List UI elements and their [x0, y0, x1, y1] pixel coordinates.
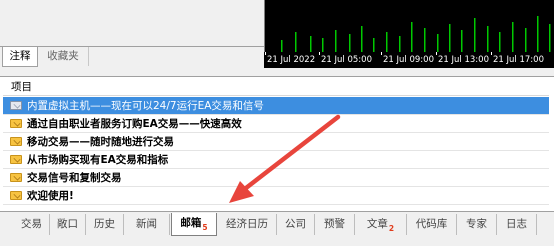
- tab-codebase[interactable]: 代码库: [407, 214, 457, 235]
- volume-bar: [399, 36, 401, 52]
- message-subject: 交易信号和复制交易: [27, 172, 122, 184]
- tab-favorites[interactable]: 收藏夹: [38, 47, 89, 66]
- time-tick: [265, 52, 266, 55]
- volume-bar: [549, 24, 551, 52]
- mailbox-panel: 项目 内置虚拟主机——现在可以24/7运行EA交易和信号 通过自由职业者服务订购…: [0, 76, 554, 212]
- volume-bar: [437, 34, 439, 52]
- volume-bar: [361, 26, 363, 52]
- tab-articles[interactable]: 文章2: [355, 214, 407, 235]
- tab-comment[interactable]: 注释: [2, 47, 38, 67]
- volume-bar: [499, 32, 501, 52]
- tab-calendar[interactable]: 经济日历: [218, 214, 277, 235]
- status-strip: [0, 237, 554, 246]
- envelope-icon: [10, 137, 22, 146]
- volume-bar: [525, 28, 527, 52]
- time-tick: [436, 52, 437, 55]
- time-tick: [491, 52, 492, 55]
- envelope-icon: [10, 155, 22, 164]
- navigator-pane: 注释 收藏夹: [0, 0, 264, 68]
- tab-news[interactable]: 新闻: [124, 214, 170, 235]
- tab-trade[interactable]: 交易: [14, 214, 50, 235]
- message-row[interactable]: 移动交易——随时随地进行交易: [3, 133, 549, 151]
- column-header-item[interactable]: 项目: [3, 78, 549, 96]
- tab-mailbox-label: 邮箱: [180, 217, 202, 229]
- terminal-tabs: 交易 敞口 历史 新闻 邮箱5 经济日历 公司 预警 文章2 代码库 专家 日志: [0, 213, 554, 237]
- tab-experts[interactable]: 专家: [457, 214, 497, 235]
- message-row[interactable]: 从市场购买现有EA交易和指标: [3, 151, 549, 169]
- time-label: 21 Jul 13:00: [438, 55, 489, 65]
- chart-bars: [281, 16, 551, 52]
- time-tick: [319, 52, 320, 55]
- message-row[interactable]: 交易信号和复制交易: [3, 169, 549, 187]
- volume-bar: [295, 32, 297, 52]
- tab-history[interactable]: 历史: [86, 214, 124, 235]
- time-label: 21 Jul 2022: [267, 55, 316, 65]
- volume-bar: [537, 16, 539, 52]
- message-subject: 移动交易——随时随地进行交易: [27, 136, 174, 148]
- volume-bar: [487, 26, 489, 52]
- volume-bar: [386, 32, 388, 52]
- message-row[interactable]: 欢迎使用!: [3, 187, 549, 205]
- volume-bar: [474, 18, 476, 52]
- volume-bar: [310, 36, 312, 52]
- tab-alerts[interactable]: 预警: [315, 214, 355, 235]
- volume-bar: [424, 28, 426, 52]
- tab-mailbox[interactable]: 邮箱5: [171, 213, 217, 236]
- time-axis: 21 Jul 2022 21 Jul 05:00 21 Jul 09:00 21…: [264, 52, 554, 68]
- message-row[interactable]: 内置虚拟主机——现在可以24/7运行EA交易和信号: [3, 97, 549, 115]
- time-tick: [381, 52, 382, 55]
- message-subject: 通过自由职业者服务订购EA交易——快速高效: [27, 118, 242, 130]
- volume-bar: [411, 22, 413, 52]
- volume-bar: [461, 30, 463, 52]
- volume-bar: [349, 34, 351, 52]
- articles-count-badge: 2: [388, 224, 395, 233]
- tab-exposure[interactable]: 敞口: [50, 214, 86, 235]
- tab-articles-label: 文章: [366, 218, 388, 230]
- envelope-icon: [10, 173, 22, 182]
- envelope-icon: [10, 119, 22, 128]
- volume-bar: [449, 24, 451, 52]
- message-subject: 欢迎使用!: [27, 190, 74, 202]
- volume-bar: [281, 40, 283, 52]
- message-subject: 从市场购买现有EA交易和指标: [27, 154, 169, 166]
- time-label: 21 Jul 05:00: [321, 55, 372, 65]
- message-list: 内置虚拟主机——现在可以24/7运行EA交易和信号 通过自由职业者服务订购EA交…: [3, 97, 549, 205]
- tab-company[interactable]: 公司: [277, 214, 315, 235]
- envelope-icon: [10, 191, 22, 200]
- time-label: 21 Jul 17:00: [493, 55, 544, 65]
- volume-bar: [322, 38, 324, 52]
- navigator-tabs: 注释 收藏夹: [0, 46, 264, 67]
- message-subject: 内置虚拟主机——现在可以24/7运行EA交易和信号: [27, 100, 264, 112]
- message-row[interactable]: 通过自由职业者服务订购EA交易——快速高效: [3, 115, 549, 133]
- time-label: 21 Jul 09:00: [383, 55, 434, 65]
- mailbox-count-badge: 5: [202, 223, 208, 232]
- volume-bar: [335, 30, 337, 52]
- tab-journal[interactable]: 日志: [497, 214, 537, 235]
- volume-bar: [373, 38, 375, 52]
- envelope-open-icon: [10, 101, 22, 110]
- volume-bar: [512, 22, 514, 52]
